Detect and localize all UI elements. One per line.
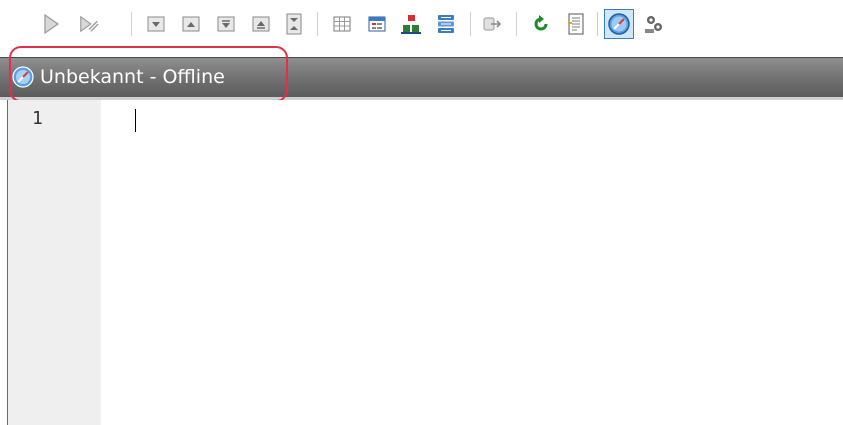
form-view-icon[interactable]	[366, 13, 388, 35]
refresh-icon[interactable]	[530, 13, 552, 35]
object-tree-icon[interactable]	[400, 13, 422, 35]
connection-icon[interactable]	[604, 9, 634, 39]
result-next-icon[interactable]	[215, 13, 237, 35]
database-list-icon[interactable]	[435, 13, 457, 35]
grid-view-icon[interactable]	[331, 13, 353, 35]
toolbar	[0, 0, 843, 46]
settings-icon[interactable]	[643, 13, 665, 35]
execute-step-icon[interactable]	[78, 13, 100, 35]
script-icon[interactable]	[565, 13, 587, 35]
export-icon[interactable]	[482, 13, 504, 35]
line-number: 1	[32, 108, 43, 129]
result-first-icon[interactable]	[145, 13, 167, 35]
sql-editor[interactable]	[0, 100, 843, 425]
line-number-gutter	[8, 100, 101, 425]
highlight-annotation	[9, 46, 288, 102]
result-all-icon[interactable]	[283, 13, 305, 35]
result-prev-icon[interactable]	[180, 13, 202, 35]
result-last-icon[interactable]	[250, 13, 272, 35]
execute-icon[interactable]	[40, 13, 62, 35]
text-caret	[135, 109, 136, 132]
